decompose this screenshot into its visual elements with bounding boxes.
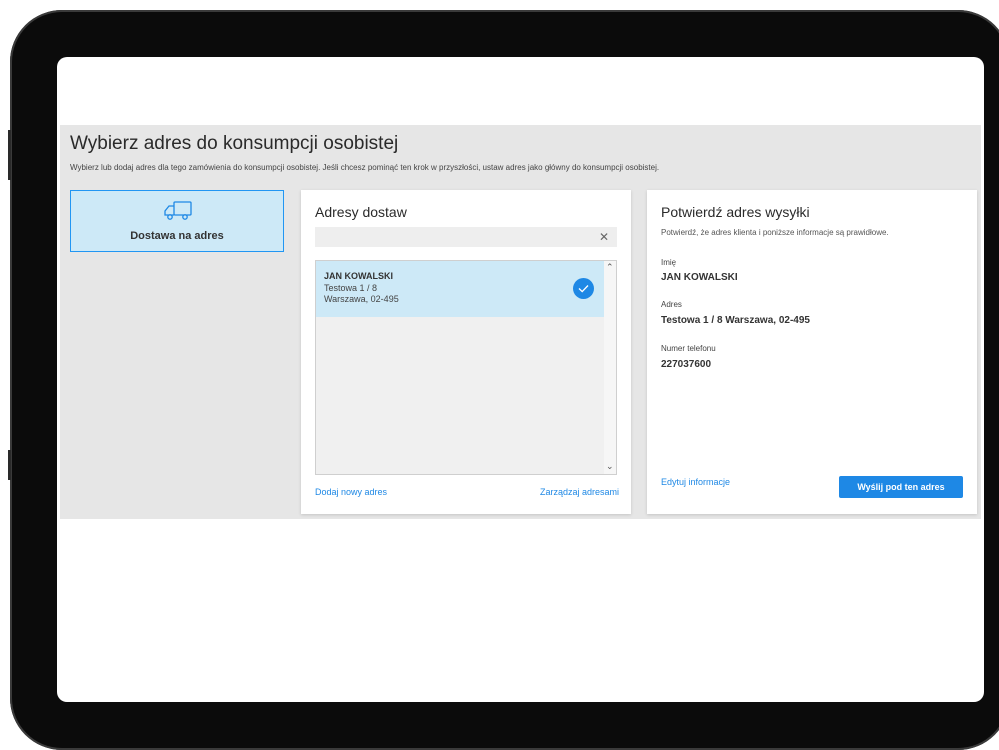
scrollbar[interactable]: ⌃ ⌄ <box>604 261 616 474</box>
confirm-description: Potwierdź, że adres klienta i poniższe i… <box>661 228 889 237</box>
address-value: Testowa 1 / 8 Warszawa, 02-495 <box>661 315 810 326</box>
manage-addresses-link[interactable]: Zarządzaj adresami <box>540 487 619 497</box>
address-name: JAN KOWALSKI <box>324 271 394 281</box>
list-item[interactable]: JAN KOWALSKI Testowa 1 / 8 Warszawa, 02-… <box>316 261 605 317</box>
address-selection-panel: Wybierz adres do konsumpcji osobistej Wy… <box>60 125 981 519</box>
page-title: Wybierz adres do konsumpcji osobistej <box>70 133 399 154</box>
address-list: JAN KOWALSKI Testowa 1 / 8 Warszawa, 02-… <box>315 260 617 475</box>
tablet-frame: Wybierz adres do konsumpcji osobistej Wy… <box>8 10 999 750</box>
name-value: JAN KOWALSKI <box>661 272 738 283</box>
phone-label: Numer telefonu <box>661 344 716 353</box>
check-icon <box>573 278 594 299</box>
edit-info-link[interactable]: Edytuj informacje <box>661 477 730 487</box>
page-subtitle: Wybierz lub dodaj adres dla tego zamówie… <box>70 163 660 172</box>
chevron-up-icon[interactable]: ⌃ <box>606 262 614 273</box>
confirm-title: Potwierdź adres wysyłki <box>661 204 810 220</box>
address-line2: Warszawa, 02-495 <box>324 294 399 304</box>
address-label: Adres <box>661 300 682 309</box>
delivery-addresses-card: Adresy dostaw ✕ JAN KOWALSKI Testowa 1 /… <box>301 190 631 514</box>
addresses-title: Adresy dostaw <box>315 204 407 220</box>
confirm-address-card: Potwierdź adres wysyłki Potwierdź, że ad… <box>647 190 977 514</box>
truck-icon <box>163 200 193 227</box>
delivery-method-option[interactable]: Dostawa na adres <box>70 190 284 252</box>
send-to-address-button[interactable]: Wyślij pod ten adres <box>839 476 963 498</box>
phone-value: 227037600 <box>661 359 712 370</box>
close-icon[interactable]: ✕ <box>599 230 609 244</box>
address-line1: Testowa 1 / 8 <box>324 283 378 293</box>
name-label: Imię <box>661 258 677 267</box>
side-button <box>8 130 11 180</box>
add-address-link[interactable]: Dodaj nowy adres <box>315 487 387 497</box>
side-button <box>8 450 11 480</box>
address-search-input[interactable]: ✕ <box>315 227 617 247</box>
chevron-down-icon[interactable]: ⌄ <box>606 461 614 472</box>
delivery-method-label: Dostawa na adres <box>130 230 224 242</box>
screen: Wybierz adres do konsumpcji osobistej Wy… <box>57 57 984 702</box>
